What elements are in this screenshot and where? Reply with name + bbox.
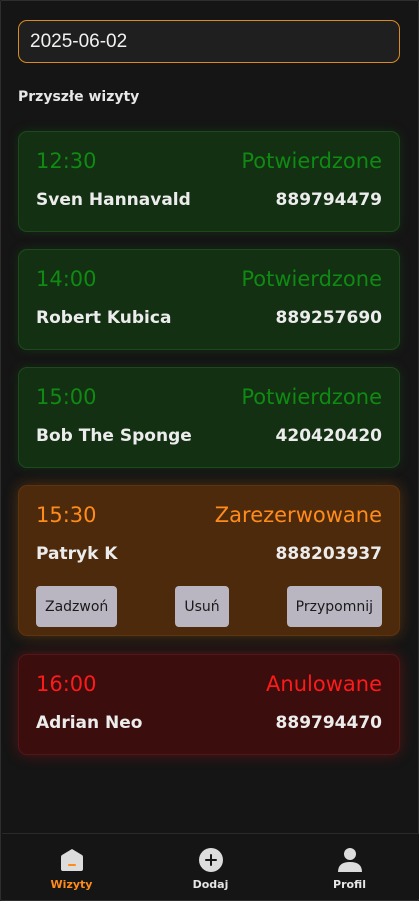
tab-label: Dodaj (192, 878, 229, 891)
appointment-card[interactable]: 14:00 Potwierdzone Robert Kubica 8892576… (18, 249, 400, 350)
tab-dodaj[interactable]: Dodaj (141, 834, 280, 899)
appointment-status: Potwierdzone (241, 149, 382, 173)
client-phone: 889794479 (275, 190, 382, 210)
section-title: Przyszłe wizyty (18, 89, 140, 105)
remind-button[interactable]: Przypomnij (286, 586, 382, 627)
appointment-status: Anulowane (266, 672, 382, 696)
appointment-status: Zarezerwowane (214, 503, 382, 527)
delete-button[interactable]: Usuń (175, 586, 229, 627)
client-name: Adrian Neo (36, 713, 143, 733)
tab-label: Profil (333, 878, 366, 891)
appointment-time: 16:00 (36, 672, 97, 696)
appointment-time: 14:00 (36, 267, 97, 291)
client-name: Sven Hannavald (36, 190, 191, 210)
appointment-time: 15:30 (36, 503, 97, 527)
bottom-tab-bar: Wizyty Dodaj Profil (2, 833, 419, 899)
appointment-time: 12:30 (36, 149, 97, 173)
appointment-card[interactable]: 16:00 Anulowane Adrian Neo 889794470 (18, 654, 400, 755)
app-frame: Przyszłe wizyty 12:30 Potwierdzone Sven … (0, 0, 419, 901)
client-phone: 420420420 (275, 426, 382, 446)
client-name: Robert Kubica (36, 308, 172, 328)
tab-profil[interactable]: Profil (280, 834, 419, 899)
appointment-card[interactable]: 15:00 Potwierdzone Bob The Sponge 420420… (18, 367, 400, 468)
appointment-time: 15:00 (36, 385, 97, 409)
appointment-status: Potwierdzone (241, 267, 382, 291)
home-icon (60, 849, 83, 871)
tab-wizyty[interactable]: Wizyty (2, 834, 141, 899)
person-icon (337, 848, 362, 872)
appointment-card[interactable]: 12:30 Potwierdzone Sven Hannavald 889794… (18, 131, 400, 232)
call-button[interactable]: Zadzwoń (36, 586, 118, 627)
client-name: Bob The Sponge (36, 426, 192, 446)
appointment-actions: Zadzwoń Usuń Przypomnij (36, 586, 382, 627)
client-phone: 889257690 (275, 308, 382, 328)
client-phone: 888203937 (275, 544, 382, 564)
client-phone: 889794470 (275, 713, 382, 733)
date-input[interactable] (18, 20, 400, 63)
client-name: Patryk K (36, 544, 118, 564)
appointment-status: Potwierdzone (241, 385, 382, 409)
tab-label: Wizyty (50, 878, 93, 891)
plus-circle-icon (198, 848, 223, 872)
appointment-card[interactable]: 15:30 Zarezerwowane Patryk K 888203937 Z… (18, 485, 400, 636)
